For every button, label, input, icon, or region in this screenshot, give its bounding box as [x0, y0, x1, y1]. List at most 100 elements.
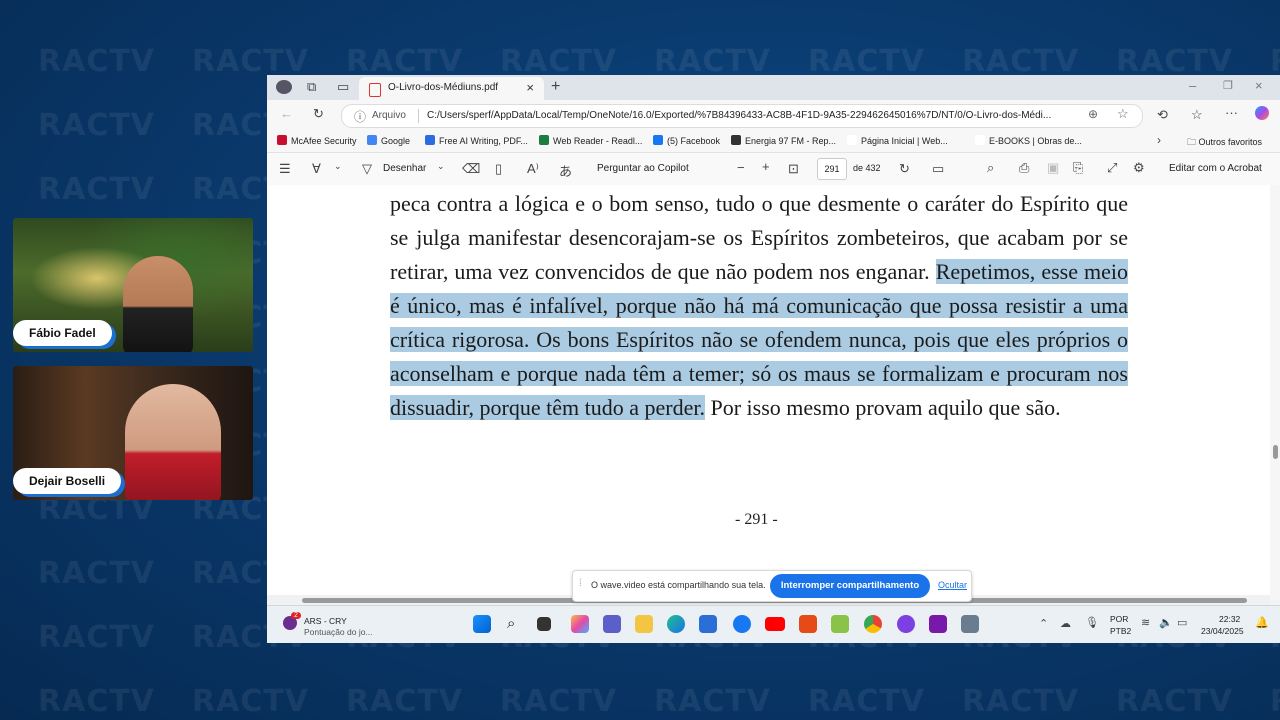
window-close-icon[interactable]: × [1255, 78, 1263, 93]
bookmark-item[interactable]: Página Inicial | Web... [847, 135, 948, 146]
favorites-icon[interactable]: ☆ [1191, 107, 1203, 123]
rotate-icon[interactable]: ↻ [899, 161, 910, 177]
url-field[interactable]: ⓘ Arquivo C:/Users/sperf/AppData/Local/T… [341, 104, 1143, 128]
facebook-icon[interactable] [733, 615, 751, 633]
watermark-tile: RACTV [500, 44, 618, 79]
zoom-in-icon[interactable]: + [762, 159, 770, 174]
draw-icon[interactable]: ▽ [362, 161, 372, 177]
extensions-icon[interactable]: ⟲ [1157, 107, 1168, 123]
microphone-icon[interactable]: 🎙 [1085, 616, 1099, 629]
lang-code[interactable]: POR [1110, 614, 1128, 624]
scheme-label: Arquivo [372, 110, 406, 121]
vertical-scrollbar[interactable] [1270, 185, 1280, 600]
chevron-down-icon[interactable]: ⌄ [334, 161, 342, 172]
text-box-icon[interactable]: ▯ [495, 161, 502, 177]
edge-icon[interactable] [667, 615, 685, 633]
bookmark-item[interactable]: (5) Facebook [653, 135, 720, 146]
bookmark-label: Energia 97 FM - Rep... [745, 136, 837, 146]
more-menu-icon[interactable]: ··· [1225, 105, 1238, 120]
store-icon[interactable] [699, 615, 717, 633]
app-icon[interactable] [961, 615, 979, 633]
draw-button[interactable]: Desenhar [383, 163, 426, 174]
tray-chevron-icon[interactable]: ⌃ [1039, 617, 1048, 630]
wifi-icon[interactable]: ≋ [1141, 616, 1150, 629]
bookmark-label: (5) Facebook [667, 136, 721, 146]
watermark-tile: RACTV [192, 44, 310, 79]
info-icon[interactable]: ⓘ [354, 108, 366, 125]
watermark-tile: RACTV [38, 556, 156, 591]
close-tab-icon[interactable]: × [526, 80, 534, 95]
chevron-right-icon[interactable]: › [1157, 133, 1161, 147]
bookmark-favicon-icon [975, 135, 985, 145]
back-icon[interactable]: ← [280, 106, 293, 121]
taskbar-search-icon[interactable]: ⌕ [507, 615, 515, 632]
bookmark-item[interactable]: Web Reader - Readl... [539, 135, 642, 146]
bookmark-label: Google [381, 136, 411, 146]
notifications-icon[interactable]: 🔔 [1255, 616, 1269, 629]
watermark-tile: RACTV [500, 684, 618, 719]
contents-icon[interactable]: ☰ [279, 161, 291, 177]
hide-banner-link[interactable]: Ocultar [938, 580, 967, 590]
teams-icon[interactable] [603, 615, 621, 633]
copilot-icon[interactable] [1255, 106, 1269, 120]
bookmark-favicon-icon [731, 135, 741, 145]
expand-icon[interactable]: ⤢ [1107, 160, 1117, 176]
save-as-icon[interactable]: ⎘ [1073, 160, 1083, 176]
watermark-tile: RACTV [346, 44, 464, 79]
bookmark-item[interactable]: Free AI Writing, PDF... [425, 135, 528, 146]
widget-badge: 2 [291, 612, 301, 619]
print-icon[interactable]: ⎙ [1019, 160, 1029, 176]
widget-title[interactable]: ARS - CRY [304, 616, 347, 626]
eraser-icon[interactable]: ⌫ [462, 161, 480, 177]
volume-icon[interactable]: 🔈 [1159, 616, 1173, 629]
page-number-input[interactable]: 291 [817, 158, 847, 180]
page-view-icon[interactable]: ▭ [932, 161, 944, 177]
favorite-star-icon[interactable]: ☆ [1117, 106, 1129, 122]
profile-avatar[interactable] [276, 80, 292, 94]
zoom-out-icon[interactable]: − [737, 160, 745, 175]
read-aloud-icon[interactable]: A⁾ [527, 161, 539, 177]
bookmark-item[interactable]: E-BOOKS | Obras de... [975, 135, 1082, 146]
save-icon[interactable]: ▣ [1047, 160, 1059, 176]
keyboard-layout[interactable]: PTB2 [1110, 626, 1131, 636]
ask-copilot-button[interactable]: Perguntar ao Copilot [597, 163, 689, 174]
file-explorer-icon[interactable] [635, 615, 653, 633]
onenote-icon[interactable] [929, 615, 947, 633]
clock-time[interactable]: 22:32 [1219, 614, 1240, 624]
minimize-icon[interactable]: – [1189, 78, 1196, 93]
clock-date[interactable]: 23/04/2025 [1201, 626, 1244, 636]
stop-sharing-button[interactable]: Interromper compartilhamento [770, 574, 930, 598]
settings-gear-icon[interactable]: ⚙ [1133, 160, 1145, 176]
translate-icon[interactable]: あ [559, 161, 572, 180]
bookmark-item[interactable]: Energia 97 FM - Rep... [731, 135, 836, 146]
bookmark-item[interactable]: McAfee Security [277, 135, 357, 146]
battery-icon[interactable]: ▭ [1177, 616, 1187, 629]
snipping-tool-icon[interactable] [831, 615, 849, 633]
highlight-icon[interactable]: ∀ [312, 161, 321, 177]
draw-chevron-icon[interactable]: ⌄ [437, 161, 445, 172]
copilot-taskbar-icon[interactable] [571, 615, 589, 633]
fit-page-icon[interactable]: ⊡ [788, 161, 799, 177]
bookmark-item[interactable]: Google [367, 135, 410, 146]
name-tag-dejair: Dejair Boselli [13, 468, 122, 494]
zoom-icon[interactable]: ⊕ [1088, 107, 1098, 121]
workspaces-icon[interactable]: ⧉ [307, 79, 316, 95]
task-view-icon[interactable] [537, 617, 551, 631]
tab-actions-icon[interactable]: ▭ [337, 79, 349, 95]
youtube-icon[interactable] [765, 617, 785, 631]
onedrive-icon[interactable]: ☁ [1060, 617, 1071, 630]
edit-with-acrobat-button[interactable]: Editar com o Acrobat [1169, 163, 1262, 174]
drag-handle-icon[interactable]: ⁞ [579, 578, 582, 589]
search-icon[interactable]: ⌕ [987, 160, 994, 176]
restore-icon[interactable]: ❐ [1223, 79, 1233, 92]
start-icon[interactable] [473, 615, 491, 633]
chrome-icon[interactable] [864, 615, 882, 633]
tab-pdf[interactable]: O-Livro-dos-Médiuns.pdf × [359, 77, 544, 100]
new-tab-icon[interactable]: + [551, 78, 560, 96]
office-icon[interactable] [799, 615, 817, 633]
url-text[interactable]: C:/Users/sperf/AppData/Local/Temp/OneNot… [427, 110, 1051, 121]
video-app-icon[interactable] [897, 615, 915, 633]
refresh-icon[interactable]: ↻ [313, 106, 324, 122]
other-favorites[interactable]: 🗀 Outros favoritos [1187, 135, 1262, 151]
vertical-scroll-thumb[interactable] [1273, 445, 1278, 459]
